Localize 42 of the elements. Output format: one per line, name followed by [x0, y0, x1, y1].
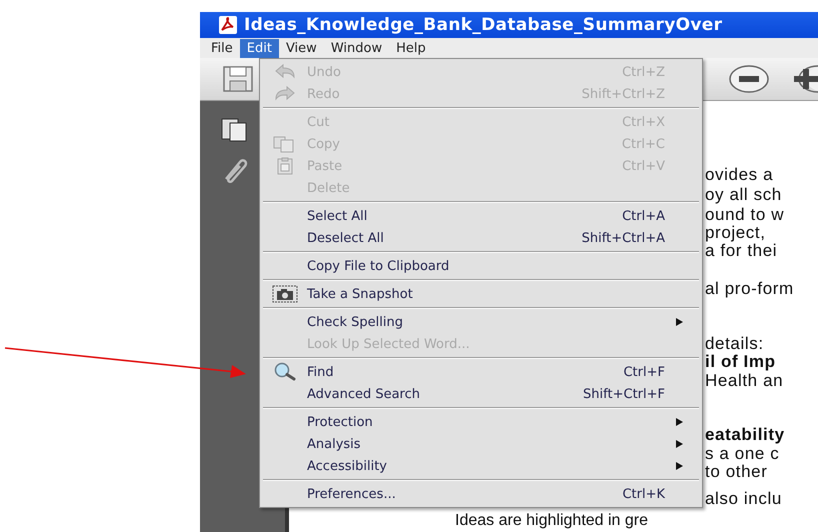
menu-bar-item[interactable]: Edit	[240, 38, 279, 58]
submenu-arrow-icon	[676, 440, 683, 448]
document-text: details:	[705, 335, 764, 353]
zoom-out-icon[interactable]	[728, 64, 770, 94]
undo-icon	[273, 63, 297, 81]
menu-item[interactable]: Check Spelling	[263, 311, 699, 333]
document-text: also inclu	[705, 490, 782, 508]
menu-item[interactable]: Preferences... Ctrl+K	[263, 483, 699, 505]
document-text: Health an	[705, 372, 784, 390]
save-icon[interactable]	[222, 65, 254, 93]
submenu-arrow-icon	[676, 318, 683, 326]
menu-item[interactable]: Advanced Search Shift+Ctrl+F	[263, 383, 699, 405]
document-text: ound to w	[705, 206, 784, 224]
document-text: eatability	[705, 426, 785, 444]
menu-item[interactable]: Deselect All Shift+Ctrl+A	[263, 227, 699, 249]
submenu-arrow-icon	[676, 418, 683, 426]
document-text: project,	[705, 224, 766, 242]
document-text: Ideas are highlighted in gre	[455, 512, 648, 530]
redo-icon	[273, 85, 297, 103]
document-text: il of Imp	[705, 353, 776, 371]
pdf-icon	[218, 15, 238, 35]
document-text: a for thei	[705, 242, 778, 260]
document-text: to other	[705, 463, 768, 481]
document-text: oy all sch	[705, 186, 782, 204]
search-icon	[272, 362, 298, 382]
window-title: Ideas_Knowledge_Bank_Database_SummaryOver	[200, 12, 818, 38]
menu-item[interactable]: Copy File to Clipboard	[263, 255, 699, 277]
menu-bar-item[interactable]: Window	[324, 38, 390, 58]
menu-item[interactable]: Accessibility	[263, 455, 699, 477]
menu-item[interactable]: Protection	[263, 411, 699, 433]
menu-item[interactable]: Take a Snapshot	[263, 283, 699, 305]
document-text: ovides a	[705, 166, 774, 184]
document-text: al pro-form	[705, 280, 794, 298]
menu-bar-item[interactable]: File	[204, 38, 240, 58]
menu-item[interactable]: Analysis	[263, 433, 699, 455]
menu-bar-item[interactable]: View	[278, 38, 324, 58]
menu-bar-item[interactable]: Help	[389, 38, 433, 58]
menu-item[interactable]: Select All Ctrl+A	[263, 205, 699, 227]
menu-item[interactable]: Find Ctrl+F	[263, 361, 699, 383]
camera-icon	[272, 285, 298, 303]
document-text: s a one c	[705, 445, 780, 463]
submenu-arrow-icon	[676, 462, 683, 470]
